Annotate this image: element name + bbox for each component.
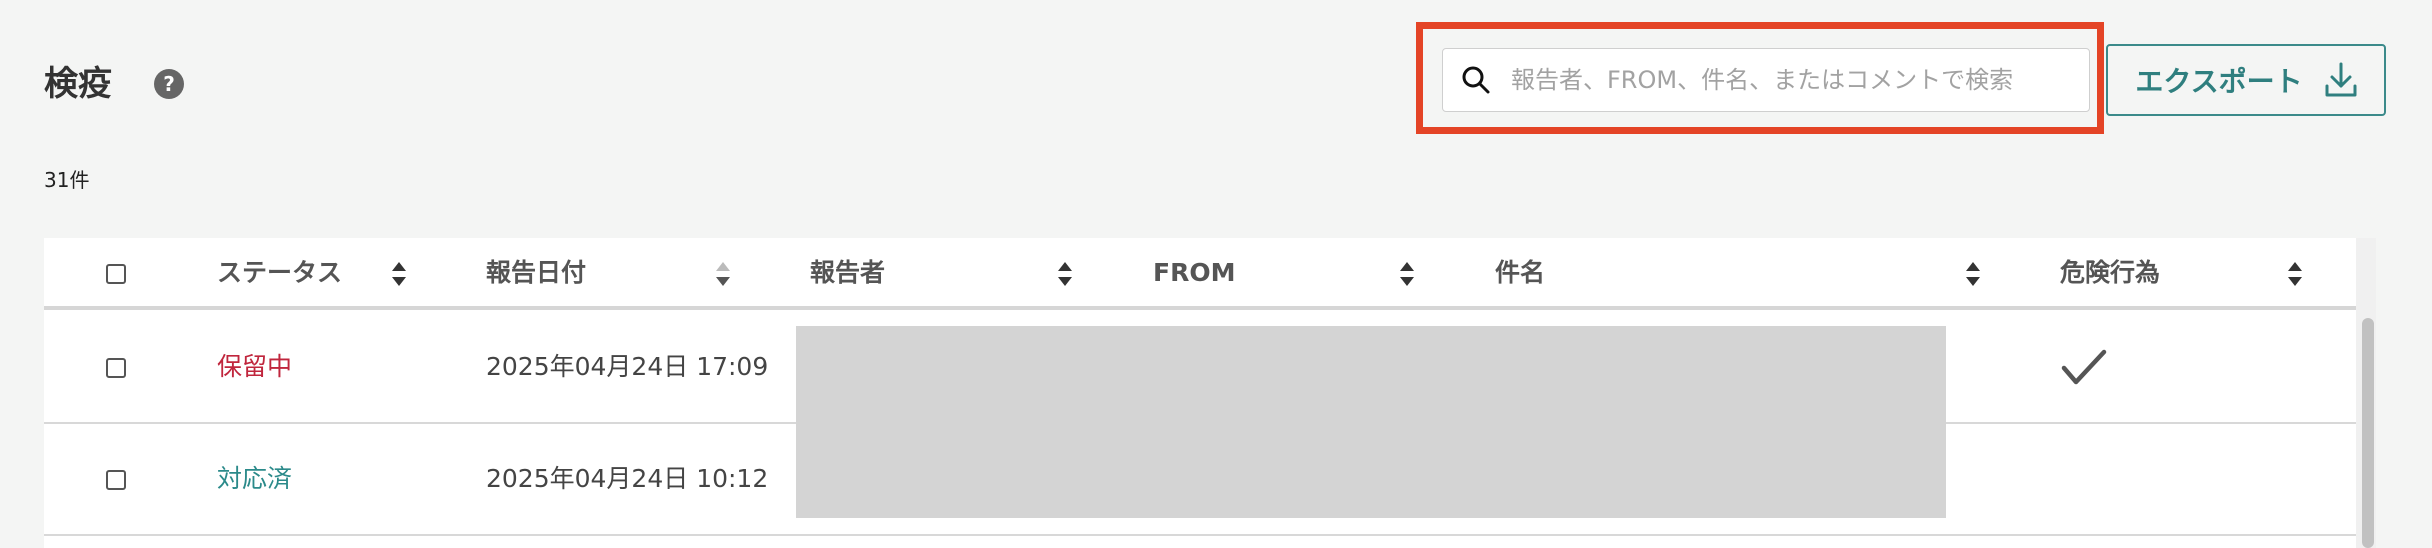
sort-icon[interactable] xyxy=(1964,260,1982,288)
row-checkbox[interactable] xyxy=(106,470,126,490)
check-icon xyxy=(2061,349,2107,385)
sort-icon[interactable] xyxy=(1398,260,1416,288)
sort-icon[interactable] xyxy=(390,260,408,288)
search-box[interactable] xyxy=(1442,48,2090,112)
quarantine-table: ステータス 報告日付 報告者 FROM 件名 危険行為 保留中 2025年04月… xyxy=(44,238,2356,548)
status-resolved: 対応済 xyxy=(217,464,293,493)
report-date: 2025年04月24日 10:12 xyxy=(486,464,769,493)
search-icon xyxy=(1462,66,1490,94)
sort-icon[interactable] xyxy=(1056,260,1074,288)
export-button[interactable]: エクスポート xyxy=(2106,44,2386,116)
report-date: 2025年04月24日 17:09 xyxy=(486,352,769,381)
select-all-checkbox[interactable] xyxy=(106,264,126,284)
export-button-label: エクスポート xyxy=(2135,65,2303,98)
column-header-from[interactable]: FROM xyxy=(1153,256,1235,290)
search-input[interactable] xyxy=(1509,65,2077,95)
svg-text:?: ? xyxy=(163,72,175,96)
scrollbar-thumb[interactable] xyxy=(2362,318,2374,548)
result-count: 31件 xyxy=(44,168,90,192)
help-icon[interactable]: ? xyxy=(153,68,185,100)
download-icon xyxy=(2325,62,2357,97)
sort-icon[interactable] xyxy=(2286,260,2304,288)
column-header-reporter[interactable]: 報告者 xyxy=(810,256,885,290)
column-header-dangerous-action[interactable]: 危険行為 xyxy=(2060,256,2160,290)
sort-icon[interactable] xyxy=(714,260,732,288)
redacted-area xyxy=(796,326,1946,518)
column-header-status[interactable]: ステータス xyxy=(217,256,342,290)
column-header-subject[interactable]: 件名 xyxy=(1495,256,1545,290)
table-header-row: ステータス 報告日付 報告者 FROM 件名 危険行為 xyxy=(44,238,2356,310)
page-title: 検疫 xyxy=(44,64,112,104)
row-checkbox[interactable] xyxy=(106,358,126,378)
status-pending: 保留中 xyxy=(217,352,293,381)
column-header-report-date[interactable]: 報告日付 xyxy=(486,256,586,290)
